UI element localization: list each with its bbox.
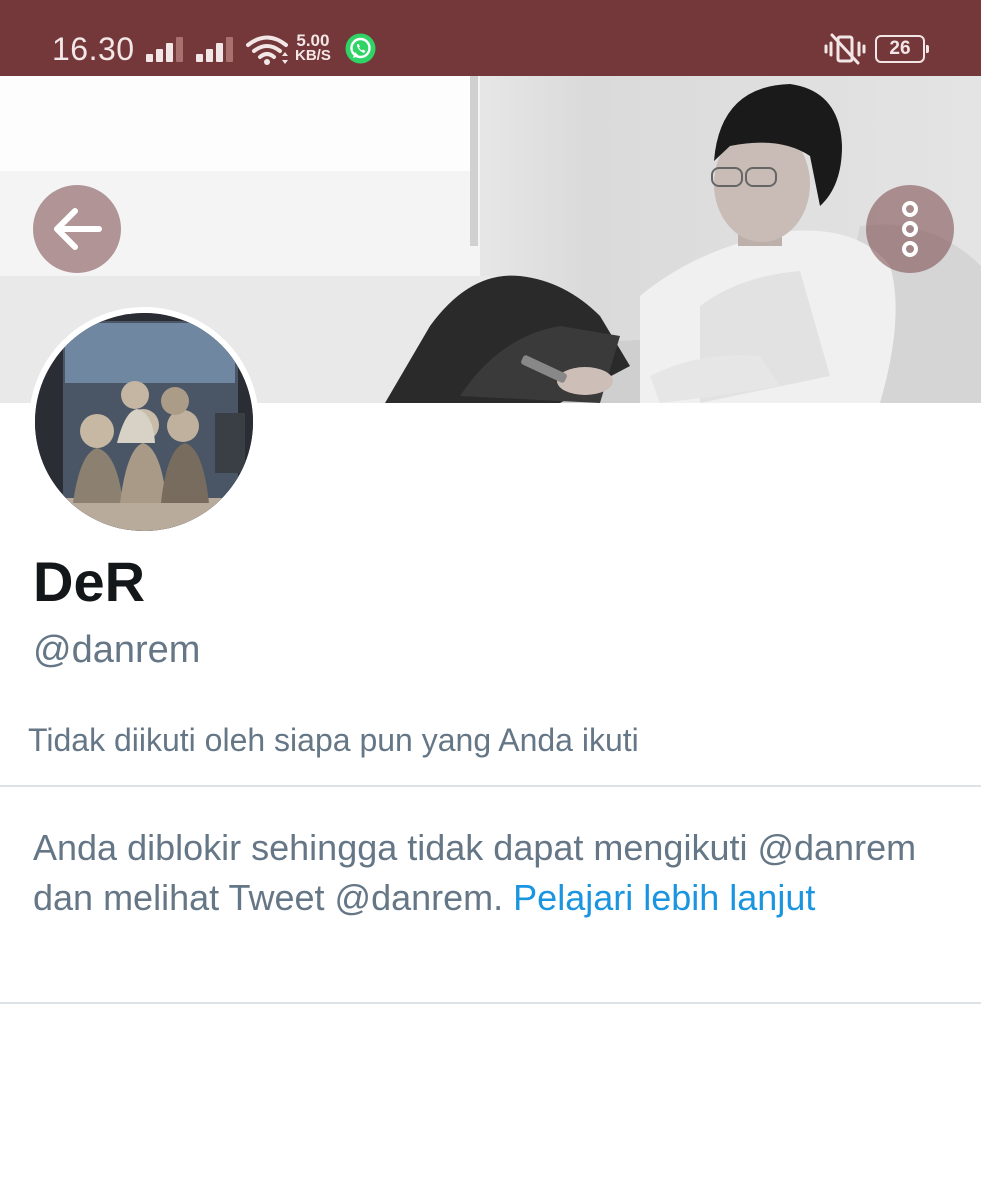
profile-handle: @danrem [33, 629, 201, 671]
profile-name: DeR [33, 550, 146, 613]
divider [0, 1002, 981, 1004]
followed-by-info: Tidak diikuti oleh siapa pun yang Anda i… [28, 722, 639, 758]
avatar-photo [35, 313, 253, 531]
signal-icon [196, 36, 236, 62]
network-speed-unit: KB/S [295, 47, 331, 64]
whatsapp-icon [345, 33, 376, 64]
status-bar: 16.30 5.00 KB/S 26 [0, 0, 981, 76]
vibrate-mute-icon [824, 33, 866, 65]
divider [0, 785, 981, 787]
back-button[interactable] [33, 185, 121, 273]
avatar[interactable] [29, 307, 259, 537]
blocked-notice: Anda diblokir sehingga tidak dapat mengi… [33, 823, 953, 923]
more-options-button[interactable] [866, 185, 954, 273]
wifi-icon [246, 35, 288, 65]
arrow-left-icon [54, 208, 102, 250]
status-time: 16.30 [52, 31, 135, 67]
signal-icon [146, 36, 186, 62]
network-speed: 5.00 KB/S [295, 31, 331, 64]
network-speed-value: 5.00 [296, 31, 330, 50]
learn-more-link[interactable]: Pelajari lebih lanjut [513, 877, 815, 918]
more-vertical-icon [902, 201, 918, 257]
battery-icon: 26 [875, 35, 929, 63]
